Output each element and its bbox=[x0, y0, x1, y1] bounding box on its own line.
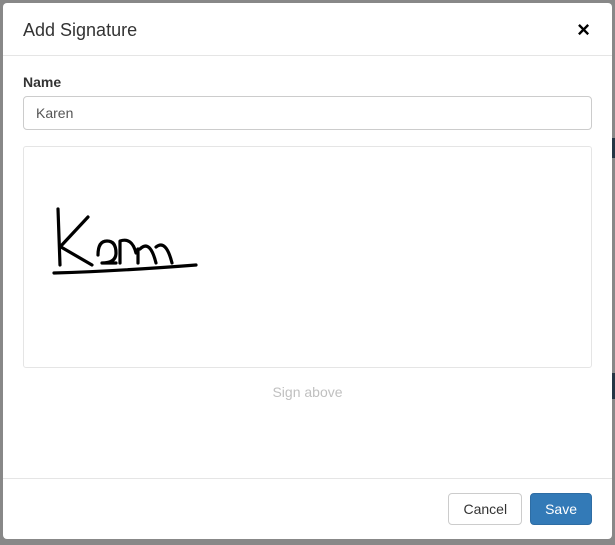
save-button[interactable]: Save bbox=[530, 493, 592, 525]
cancel-button[interactable]: Cancel bbox=[448, 493, 522, 525]
signature-section: Sign above bbox=[23, 146, 592, 400]
modal-body: Name Sign above bbox=[3, 55, 612, 478]
modal-title: Add Signature bbox=[23, 20, 137, 41]
name-label: Name bbox=[23, 74, 592, 90]
signature-caption: Sign above bbox=[23, 384, 592, 400]
modal-header: Add Signature × bbox=[3, 3, 612, 55]
add-signature-modal: Add Signature × Name Sign above Cancel S… bbox=[3, 3, 612, 539]
signature-canvas[interactable] bbox=[23, 146, 592, 368]
name-input[interactable] bbox=[23, 96, 592, 130]
signature-stroke bbox=[50, 197, 230, 307]
modal-footer: Cancel Save bbox=[3, 478, 612, 539]
close-button[interactable]: × bbox=[575, 19, 592, 41]
